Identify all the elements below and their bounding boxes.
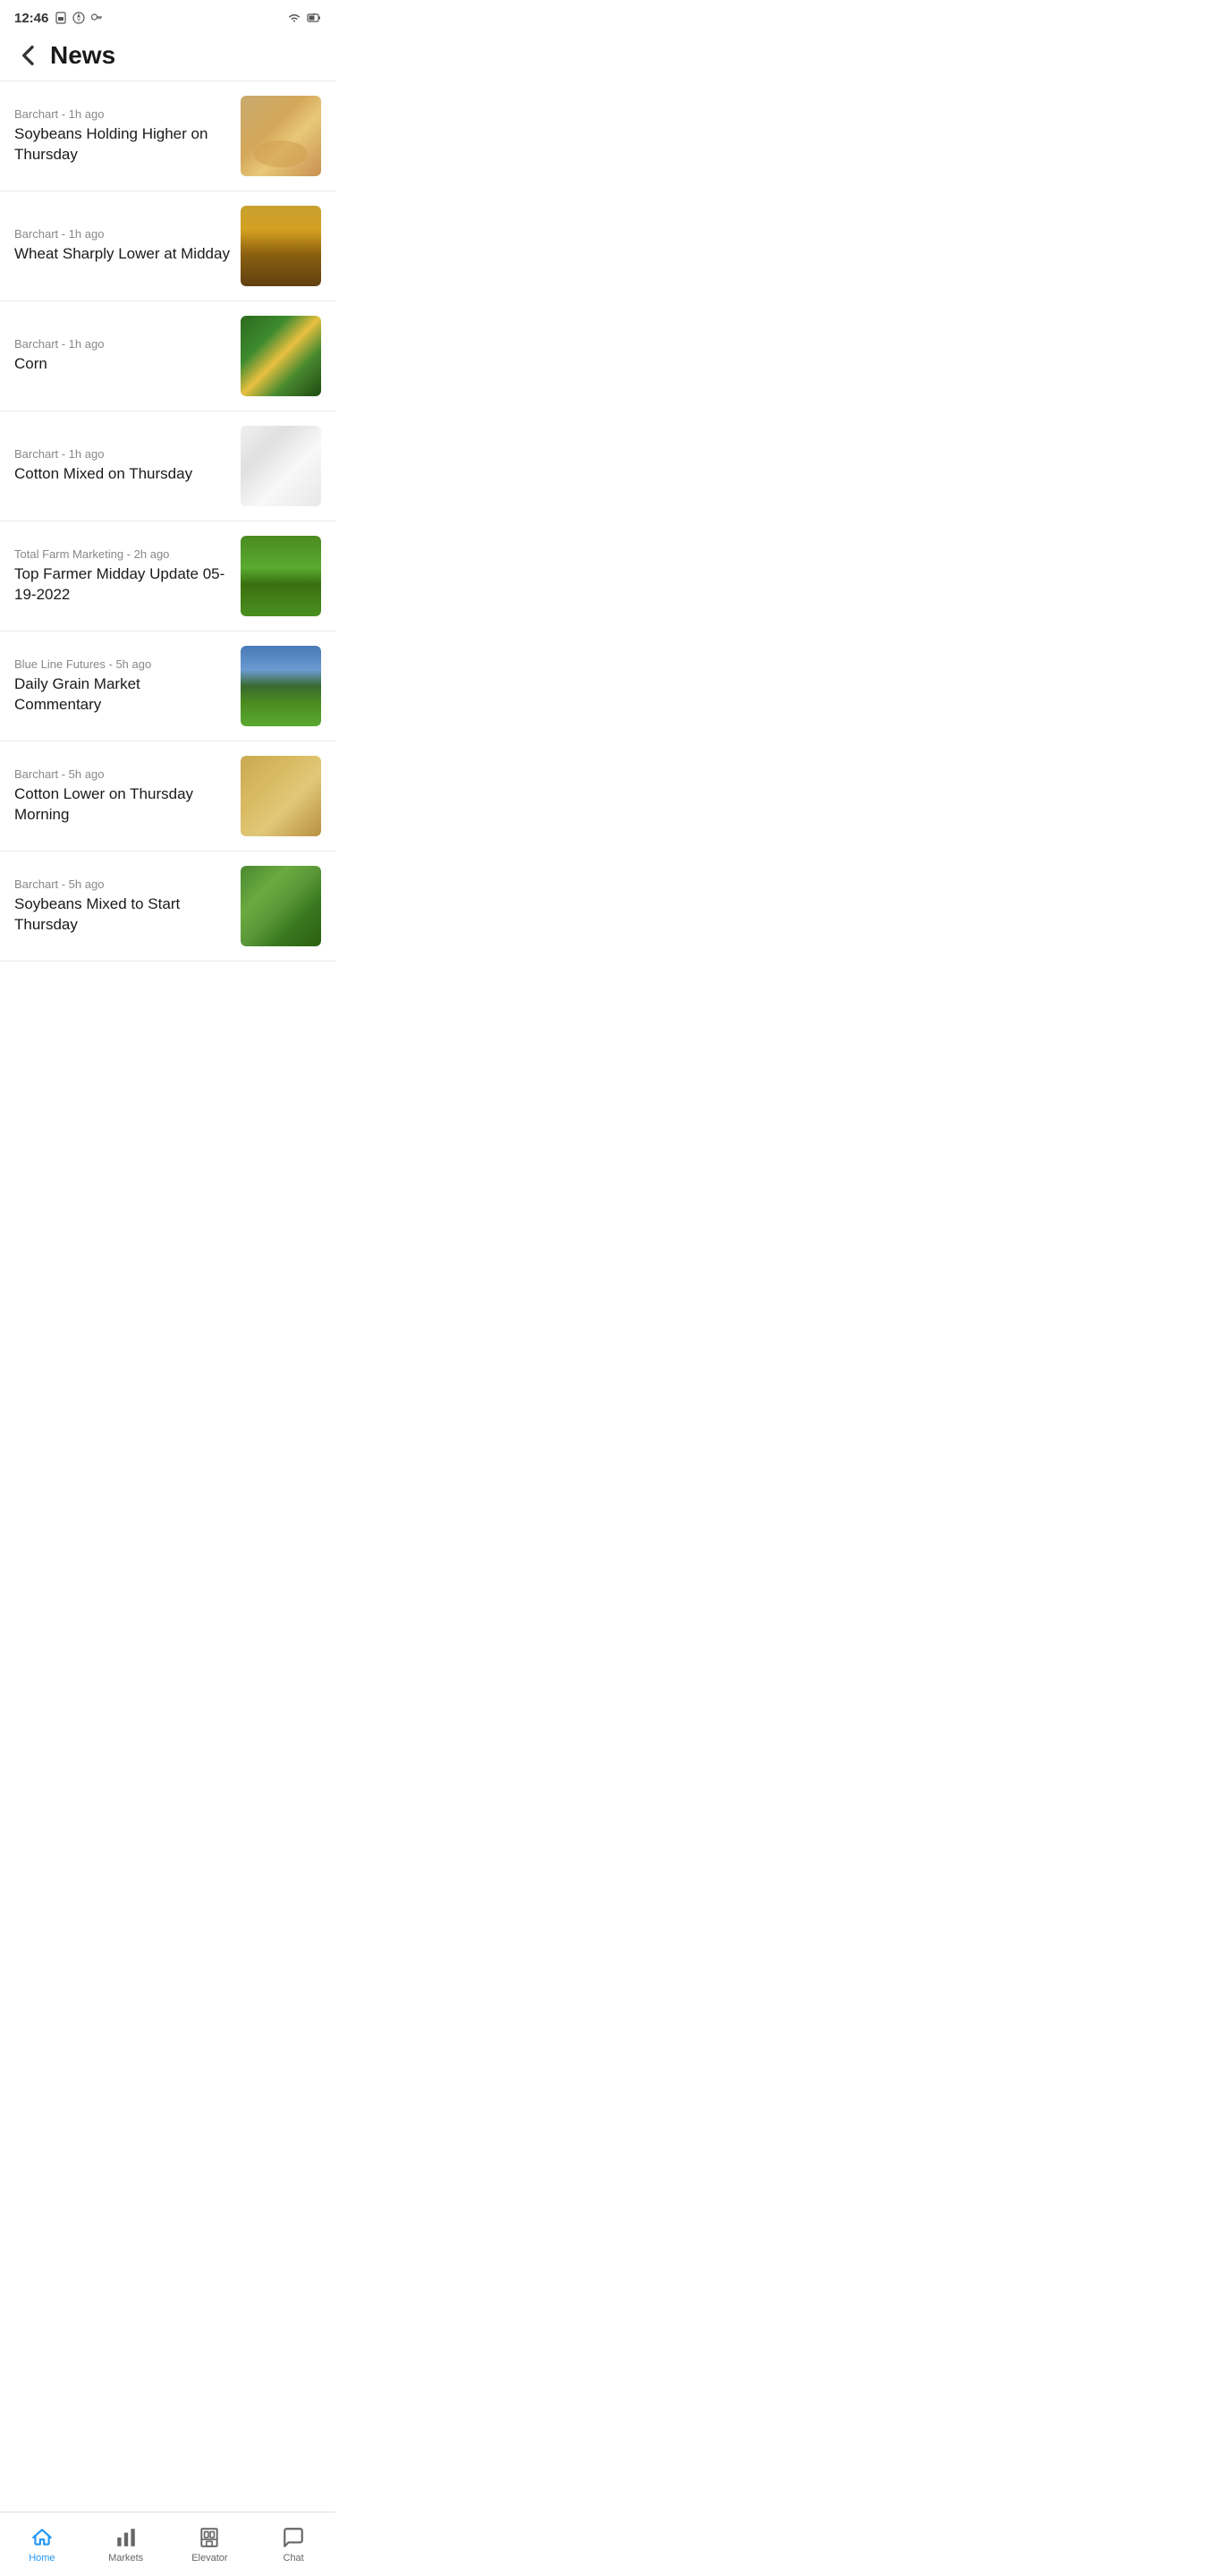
home-icon: [30, 2526, 54, 2549]
news-title-8: Soybeans Mixed to Start Thursday: [14, 894, 230, 934]
news-content-8: Barchart - 5h ago Soybeans Mixed to Star…: [14, 877, 241, 934]
news-source-3: Barchart - 1h ago: [14, 337, 230, 351]
nav-label-home: Home: [29, 2553, 55, 2563]
news-source-2: Barchart - 1h ago: [14, 227, 230, 241]
news-list: Barchart - 1h ago Soybeans Holding Highe…: [0, 81, 335, 1033]
news-source-1: Barchart - 1h ago: [14, 107, 230, 121]
news-content-3: Barchart - 1h ago Corn: [14, 337, 241, 374]
news-image-2: [241, 206, 321, 286]
page-title: News: [50, 41, 115, 70]
status-icons: [54, 11, 104, 25]
news-content-2: Barchart - 1h ago Wheat Sharply Lower at…: [14, 227, 241, 264]
news-title-4: Cotton Mixed on Thursday: [14, 464, 230, 484]
nav-item-chat[interactable]: Chat: [251, 2519, 335, 2563]
elevator-icon: [198, 2526, 221, 2549]
news-item-4[interactable]: Barchart - 1h ago Cotton Mixed on Thursd…: [0, 411, 335, 521]
news-content-5: Total Farm Marketing - 2h ago Top Farmer…: [14, 547, 241, 604]
news-thumbnail-4: [241, 426, 321, 506]
news-item-5[interactable]: Total Farm Marketing - 2h ago Top Farmer…: [0, 521, 335, 631]
nav-label-markets: Markets: [108, 2553, 143, 2563]
nav-item-elevator[interactable]: Elevator: [168, 2519, 252, 2563]
news-title-3: Corn: [14, 354, 230, 374]
back-button[interactable]: [14, 41, 43, 70]
news-content-6: Blue Line Futures - 5h ago Daily Grain M…: [14, 657, 241, 714]
news-title-7: Cotton Lower on Thursday Morning: [14, 784, 230, 824]
news-source-4: Barchart - 1h ago: [14, 447, 230, 461]
news-source-7: Barchart - 5h ago: [14, 767, 230, 781]
news-thumbnail-7: [241, 756, 321, 836]
wifi-icon: [287, 11, 301, 25]
news-image-6: [241, 646, 321, 726]
news-title-1: Soybeans Holding Higher on Thursday: [14, 124, 230, 164]
news-title-6: Daily Grain Market Commentary: [14, 674, 230, 714]
news-source-6: Blue Line Futures - 5h ago: [14, 657, 230, 671]
news-source-8: Barchart - 5h ago: [14, 877, 230, 891]
news-image-4: [241, 426, 321, 506]
status-bar: 12:46: [0, 0, 335, 32]
news-item-1[interactable]: Barchart - 1h ago Soybeans Holding Highe…: [0, 81, 335, 191]
news-title-2: Wheat Sharply Lower at Midday: [14, 244, 230, 264]
nav-icon: [72, 11, 86, 25]
nav-item-markets[interactable]: Markets: [84, 2519, 168, 2563]
news-thumbnail-1: [241, 96, 321, 176]
news-thumbnail-8: [241, 866, 321, 946]
news-item-3[interactable]: Barchart - 1h ago Corn: [0, 301, 335, 411]
news-item-7[interactable]: Barchart - 5h ago Cotton Lower on Thursd…: [0, 741, 335, 852]
key-icon: [89, 11, 104, 25]
nav-item-home[interactable]: Home: [0, 2519, 84, 2563]
news-item-2[interactable]: Barchart - 1h ago Wheat Sharply Lower at…: [0, 191, 335, 301]
news-content-4: Barchart - 1h ago Cotton Mixed on Thursd…: [14, 447, 241, 484]
sim-icon: [54, 11, 68, 25]
news-thumbnail-2: [241, 206, 321, 286]
news-image-8: [241, 866, 321, 946]
markets-icon: [114, 2526, 138, 2549]
news-image-7: [241, 756, 321, 836]
battery-icon: [307, 11, 321, 25]
news-content-7: Barchart - 5h ago Cotton Lower on Thursd…: [14, 767, 241, 824]
news-thumbnail-6: [241, 646, 321, 726]
news-title-5: Top Farmer Midday Update 05-19-2022: [14, 564, 230, 604]
bottom-nav: Home Markets Elevator Chat: [0, 2512, 335, 2576]
news-item-6[interactable]: Blue Line Futures - 5h ago Daily Grain M…: [0, 631, 335, 741]
news-content-1: Barchart - 1h ago Soybeans Holding Highe…: [14, 107, 241, 164]
news-item-8[interactable]: Barchart - 5h ago Soybeans Mixed to Star…: [0, 852, 335, 962]
news-image-5: [241, 536, 321, 616]
chat-icon: [282, 2526, 305, 2549]
page-header: News: [0, 32, 335, 81]
status-time: 12:46: [14, 11, 48, 26]
news-image-3: [241, 316, 321, 396]
nav-label-chat: Chat: [284, 2553, 304, 2563]
news-thumbnail-5: [241, 536, 321, 616]
news-thumbnail-3: [241, 316, 321, 396]
status-right-icons: [287, 11, 321, 25]
nav-label-elevator: Elevator: [191, 2553, 227, 2563]
news-image-1: [241, 96, 321, 176]
news-source-5: Total Farm Marketing - 2h ago: [14, 547, 230, 561]
